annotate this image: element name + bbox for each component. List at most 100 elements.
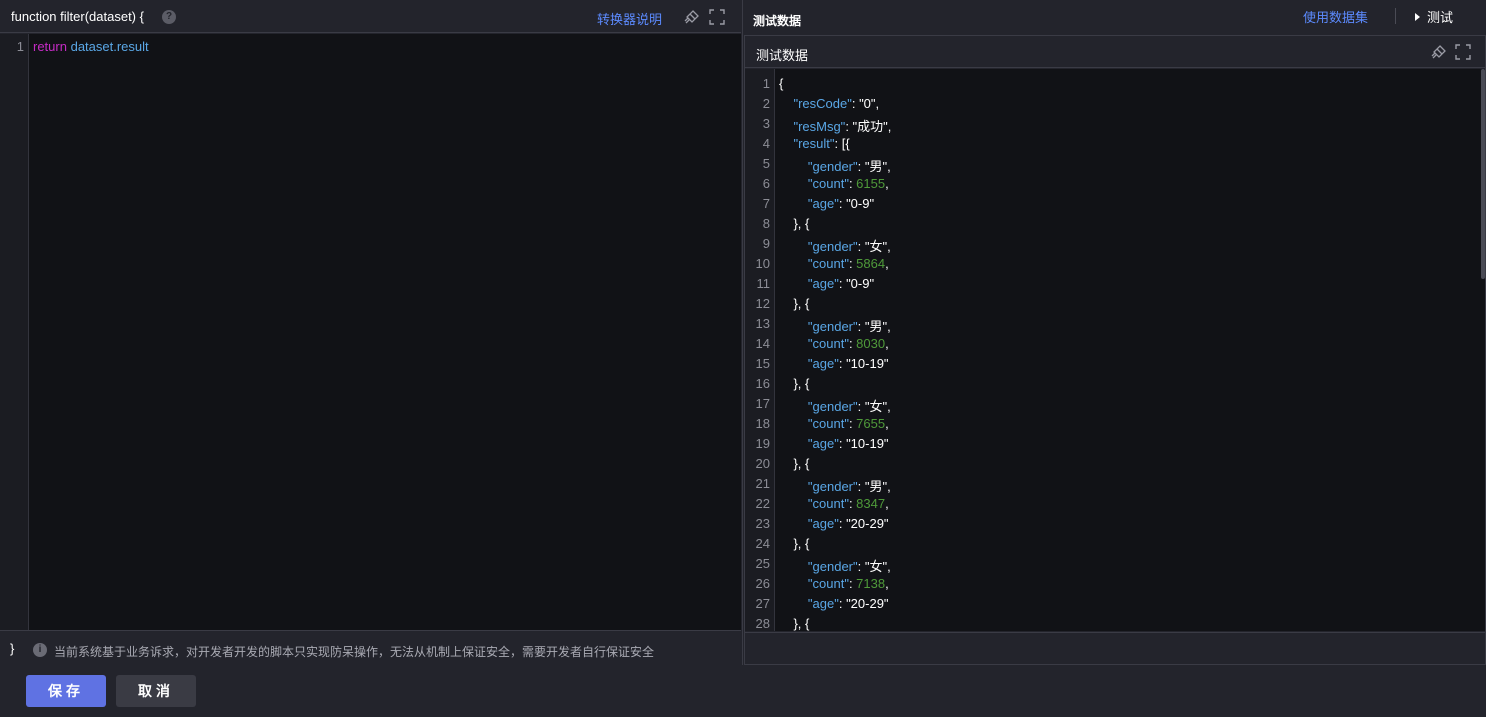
- json-key: "age": [807, 516, 839, 531]
- json-line[interactable]: "age": "20-29": [779, 596, 889, 611]
- json-line[interactable]: "count": 7138,: [779, 576, 889, 591]
- json-line[interactable]: {: [779, 76, 783, 91]
- json-number: 5864: [856, 256, 886, 271]
- line-number-gutter: 1 2 3 4 5 6 7 8 9 10 11 12 13 14 15 16 17 18 19 20 21 22 23 24 2…: [745, 69, 775, 631]
- json-punctuation: [779, 196, 808, 211]
- json-string: "0-9": [846, 276, 875, 291]
- json-line[interactable]: "count": 8030,: [779, 336, 889, 351]
- toolbar-divider: [1395, 8, 1396, 24]
- json-line[interactable]: "age": "20-29": [779, 516, 889, 531]
- fullscreen-icon[interactable]: [709, 9, 725, 25]
- clear-icon[interactable]: [684, 9, 700, 25]
- line-number: 19: [755, 436, 770, 451]
- json-punctuation: ,: [885, 176, 889, 191]
- converter-editor-dialog: function filter(dataset) { ? 转换器说明 1 ret…: [0, 0, 1486, 717]
- json-punctuation: }, {: [793, 216, 810, 231]
- json-punctuation: :: [838, 596, 847, 611]
- json-key: "age": [807, 436, 839, 451]
- json-line[interactable]: }, {: [779, 216, 809, 231]
- json-punctuation: ,: [887, 479, 891, 494]
- line-number: 18: [755, 416, 770, 431]
- json-punctuation: :: [845, 119, 853, 134]
- json-punctuation: ,: [887, 159, 891, 174]
- json-line[interactable]: "resMsg": "成功",: [779, 116, 891, 135]
- json-string: "20-29": [846, 596, 889, 611]
- test-data-box-title: 测试数据: [756, 48, 809, 63]
- json-punctuation: }, {: [793, 376, 810, 391]
- json-punctuation: [779, 376, 793, 391]
- json-line[interactable]: "age": "0-9": [779, 276, 874, 291]
- json-number: 8030: [856, 336, 886, 351]
- script-code-editor[interactable]: 1 return dataset.result: [0, 34, 741, 630]
- json-punctuation: [779, 516, 808, 531]
- json-key: "age": [807, 196, 839, 211]
- converter-docs-link[interactable]: 转换器说明: [597, 9, 662, 28]
- json-key: "age": [807, 596, 839, 611]
- test-button-label: 测试: [1427, 10, 1454, 25]
- json-line[interactable]: "gender": "男",: [779, 316, 891, 335]
- json-punctuation: [779, 119, 793, 134]
- test-button[interactable]: 测试: [1415, 7, 1453, 26]
- script-header: function filter(dataset) { ? 转换器说明: [0, 0, 741, 33]
- json-line[interactable]: "age": "10-19": [779, 356, 889, 371]
- json-punctuation: :: [838, 436, 847, 451]
- json-punctuation: ,: [875, 96, 880, 111]
- json-punctuation: :: [857, 559, 865, 574]
- use-dataset-link[interactable]: 使用数据集: [1303, 7, 1368, 26]
- json-line[interactable]: }, {: [779, 376, 809, 391]
- json-punctuation: }, {: [793, 616, 810, 631]
- line-number: 24: [755, 536, 770, 551]
- json-punctuation: [779, 136, 793, 151]
- json-punctuation: [779, 319, 808, 334]
- function-signature: function filter(dataset) {: [11, 9, 144, 24]
- security-warning: 当前系统基于业务诉求，对开发者开发的脚本只实现防呆操作，无法从机制上保证安全，需…: [54, 645, 655, 659]
- line-number: 16: [755, 376, 770, 391]
- json-line[interactable]: "age": "10-19": [779, 436, 889, 451]
- json-punctuation: :: [838, 516, 847, 531]
- line-number: 11: [756, 276, 771, 291]
- clear-icon[interactable]: [1431, 44, 1447, 60]
- json-punctuation: :: [857, 159, 865, 174]
- json-key: "count": [807, 416, 849, 431]
- json-line[interactable]: "gender": "男",: [779, 476, 891, 495]
- test-data-box: 测试数据 1 2 3 4 5 6 7 8 9 10 11 12 13 14 15 16 17 18 19 20 21 22…: [744, 35, 1486, 665]
- json-line[interactable]: }, {: [779, 616, 809, 631]
- line-number: 28: [755, 616, 770, 631]
- cancel-button[interactable]: 取消: [116, 675, 196, 707]
- json-string: "20-29": [846, 516, 889, 531]
- json-line[interactable]: "resCode": "0",: [779, 96, 879, 111]
- json-line[interactable]: "gender": "女",: [779, 236, 891, 255]
- vertical-scrollbar[interactable]: [1481, 69, 1485, 279]
- json-punctuation: ,: [887, 239, 891, 254]
- json-punctuation: [779, 576, 808, 591]
- json-number: 6155: [856, 176, 886, 191]
- fullscreen-icon[interactable]: [1455, 44, 1471, 60]
- json-key: "count": [807, 336, 849, 351]
- json-line[interactable]: "gender": "女",: [779, 556, 891, 575]
- json-punctuation: ,: [887, 399, 891, 414]
- json-code-editor[interactable]: 1 2 3 4 5 6 7 8 9 10 11 12 13 14 15 16 17 18 19 20 21 22 23 24 2…: [745, 69, 1485, 631]
- json-line[interactable]: "count": 6155,: [779, 176, 889, 191]
- json-line[interactable]: "gender": "女",: [779, 396, 891, 415]
- json-line[interactable]: }, {: [779, 456, 809, 471]
- json-line[interactable]: "count": 8347,: [779, 496, 889, 511]
- help-icon[interactable]: ?: [162, 10, 176, 24]
- json-line[interactable]: "count": 5864,: [779, 256, 889, 271]
- code-keyword: return: [33, 39, 67, 54]
- line-number: 13: [755, 316, 770, 331]
- json-punctuation: [779, 256, 808, 271]
- json-punctuation: [779, 479, 808, 494]
- json-key: "gender": [807, 399, 858, 414]
- json-line[interactable]: "gender": "男",: [779, 156, 891, 175]
- json-line[interactable]: "age": "0-9": [779, 196, 874, 211]
- line-number: 6: [762, 176, 770, 191]
- json-line[interactable]: }, {: [779, 536, 809, 551]
- json-punctuation: [779, 356, 808, 371]
- code-line[interactable]: return dataset.result: [33, 39, 149, 54]
- json-line[interactable]: "result": [{: [779, 136, 849, 151]
- json-line[interactable]: "count": 7655,: [779, 416, 889, 431]
- json-key: "gender": [807, 559, 858, 574]
- save-button[interactable]: 保存: [26, 675, 106, 707]
- line-number-gutter: 1: [0, 34, 29, 630]
- json-line[interactable]: }, {: [779, 296, 809, 311]
